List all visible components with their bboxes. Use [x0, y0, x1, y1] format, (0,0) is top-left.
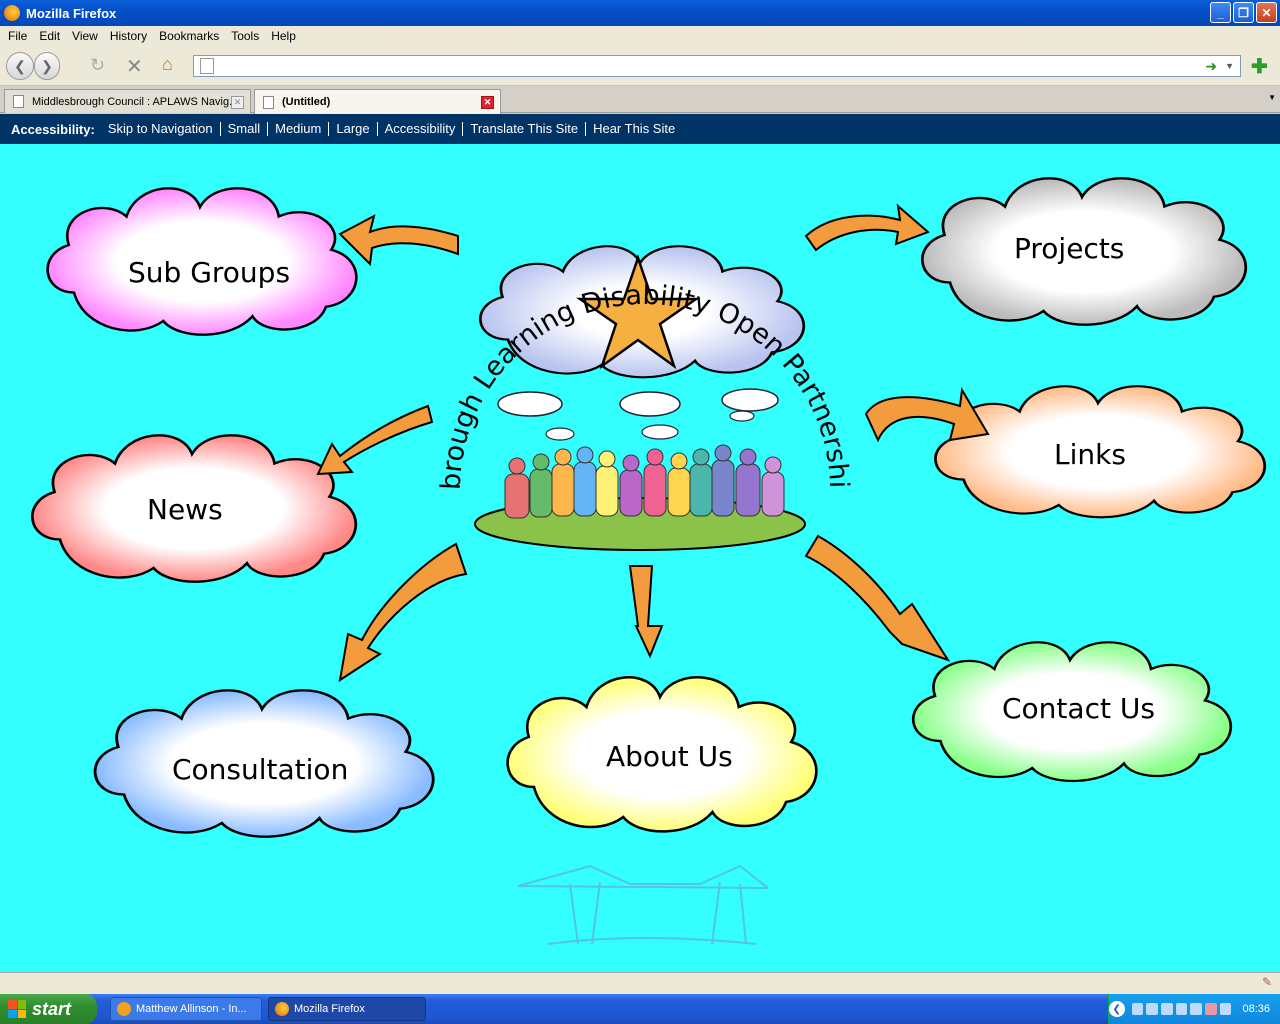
- start-button[interactable]: start: [0, 994, 97, 1024]
- clock: 08:36: [1242, 1003, 1270, 1015]
- arrow-to-news: [316, 404, 434, 476]
- arrow-to-links: [864, 386, 990, 443]
- links-label[interactable]: Links: [1054, 438, 1126, 471]
- accessibility-link[interactable]: Accessibility: [376, 122, 463, 136]
- tab-middlesbrough[interactable]: Middlesbrough Council : APLAWS Navig... …: [4, 89, 251, 113]
- reload-icon[interactable]: ↻: [90, 55, 105, 76]
- close-button[interactable]: ✕: [1256, 2, 1277, 23]
- menu-help[interactable]: Help: [265, 29, 302, 43]
- wireless-icon[interactable]: [1219, 1003, 1232, 1015]
- back-button[interactable]: ❮: [6, 52, 34, 80]
- menu-history[interactable]: History: [104, 29, 153, 43]
- accessibility-bar: Accessibility: Skip to Navigation Small …: [0, 114, 1280, 144]
- tab-bar: Middlesbrough Council : APLAWS Navig... …: [0, 87, 1280, 114]
- menu-view[interactable]: View: [66, 29, 104, 43]
- large-text-link[interactable]: Large: [328, 122, 376, 136]
- start-label: start: [32, 998, 72, 1019]
- arrow-to-consultation: [338, 542, 468, 683]
- tab-label: Middlesbrough Council : APLAWS Navig...: [32, 95, 239, 108]
- volume-muted-icon[interactable]: [1205, 1003, 1217, 1015]
- page-icon: [200, 58, 214, 74]
- sub-groups-label[interactable]: Sub Groups: [128, 256, 290, 289]
- tray-app-icon[interactable]: [1160, 1003, 1173, 1015]
- transporter-bridge-icon: [517, 864, 769, 945]
- about-us-label[interactable]: About Us: [606, 740, 733, 773]
- tab-close-icon[interactable]: ✕: [481, 96, 494, 109]
- network-icon[interactable]: [1131, 1003, 1144, 1015]
- new-tab-plus-icon[interactable]: ✚: [1251, 54, 1273, 78]
- tab-label: (Untitled): [282, 96, 331, 108]
- arrow-to-sub-groups: [338, 214, 459, 267]
- document-icon: [13, 95, 24, 108]
- window-controls: _ ❐ ✕: [1210, 2, 1277, 23]
- forward-button[interactable]: ❯: [34, 52, 60, 80]
- small-text-link[interactable]: Small: [219, 122, 268, 136]
- minimize-button[interactable]: _: [1210, 2, 1231, 23]
- menu-bar: File Edit View History Bookmarks Tools H…: [0, 26, 1280, 46]
- window-titlebar: Mozilla Firefox _ ❐ ✕: [0, 0, 1280, 26]
- hear-site-link[interactable]: Hear This Site: [585, 122, 682, 136]
- tab-list-icon[interactable]: ▼: [1268, 93, 1276, 102]
- system-tray: ❮ 08:36: [1108, 994, 1280, 1024]
- arrow-to-about-us: [628, 565, 664, 659]
- status-bar: ✎: [0, 972, 1280, 994]
- windows-logo-icon: [8, 1000, 26, 1018]
- stop-icon[interactable]: ✕: [126, 54, 143, 79]
- back-icon: ❮: [14, 57, 26, 74]
- taskbar: start Matthew Allinson - In... Mozilla F…: [0, 994, 1280, 1024]
- small-cloud: [641, 424, 679, 440]
- small-cloud: [545, 427, 575, 441]
- window-title: Mozilla Firefox: [26, 5, 117, 21]
- tray-app-icon[interactable]: [1175, 1003, 1188, 1015]
- menu-bookmarks[interactable]: Bookmarks: [153, 29, 225, 43]
- contact-us-label[interactable]: Contact Us: [1002, 692, 1155, 725]
- dropdown-icon[interactable]: ▼: [1225, 61, 1234, 71]
- task-label: Mozilla Firefox: [294, 1003, 365, 1015]
- medium-text-link[interactable]: Medium: [267, 122, 328, 136]
- go-icon[interactable]: ➜: [1205, 58, 1217, 75]
- consultation-label[interactable]: Consultation: [172, 753, 348, 786]
- task-mail[interactable]: Matthew Allinson - In...: [110, 997, 262, 1021]
- task-label: Matthew Allinson - In...: [136, 1003, 247, 1015]
- status-icon: ✎: [1261, 975, 1272, 989]
- skip-nav-link[interactable]: Skip to Navigation: [108, 122, 220, 136]
- mail-icon: [117, 1002, 131, 1016]
- maximize-button[interactable]: ❐: [1233, 2, 1254, 23]
- small-cloud: [721, 388, 779, 412]
- menu-edit[interactable]: Edit: [33, 29, 66, 43]
- forward-icon: ❯: [41, 57, 53, 74]
- news-label[interactable]: News: [147, 493, 223, 526]
- url-input[interactable]: [220, 57, 1206, 75]
- firefox-icon: [4, 5, 20, 21]
- arrow-to-contact-us: [804, 534, 951, 662]
- navigation-toolbar: ❮ ❯ ↻ ✕ ⌂ ➜ ▼ ✚: [0, 46, 1280, 86]
- tab-close-icon[interactable]: ✕: [231, 96, 244, 109]
- small-cloud: [497, 391, 563, 417]
- home-icon[interactable]: ⌂: [162, 54, 173, 75]
- arrow-to-projects: [804, 203, 930, 252]
- page-content: Middlesbrough Learning Disability Open P…: [0, 144, 1280, 972]
- projects-label[interactable]: Projects: [1014, 232, 1124, 265]
- translate-link[interactable]: Translate This Site: [462, 122, 585, 136]
- menu-file[interactable]: File: [2, 29, 33, 43]
- accessibility-label: Accessibility:: [11, 121, 95, 137]
- small-cloud: [619, 391, 681, 417]
- tab-untitled[interactable]: (Untitled) ✕: [254, 89, 501, 114]
- tray-app-icon[interactable]: [1146, 1003, 1158, 1015]
- tray-expand-icon[interactable]: ❮: [1108, 1001, 1125, 1017]
- small-cloud: [729, 410, 755, 422]
- document-icon: [263, 95, 274, 109]
- firefox-icon: [275, 1002, 289, 1016]
- menu-tools[interactable]: Tools: [225, 29, 265, 43]
- url-bar[interactable]: ➜ ▼: [193, 55, 1241, 77]
- tray-app-icon[interactable]: [1190, 1003, 1203, 1015]
- people-group-icon: [504, 444, 785, 519]
- task-firefox[interactable]: Mozilla Firefox: [268, 997, 426, 1021]
